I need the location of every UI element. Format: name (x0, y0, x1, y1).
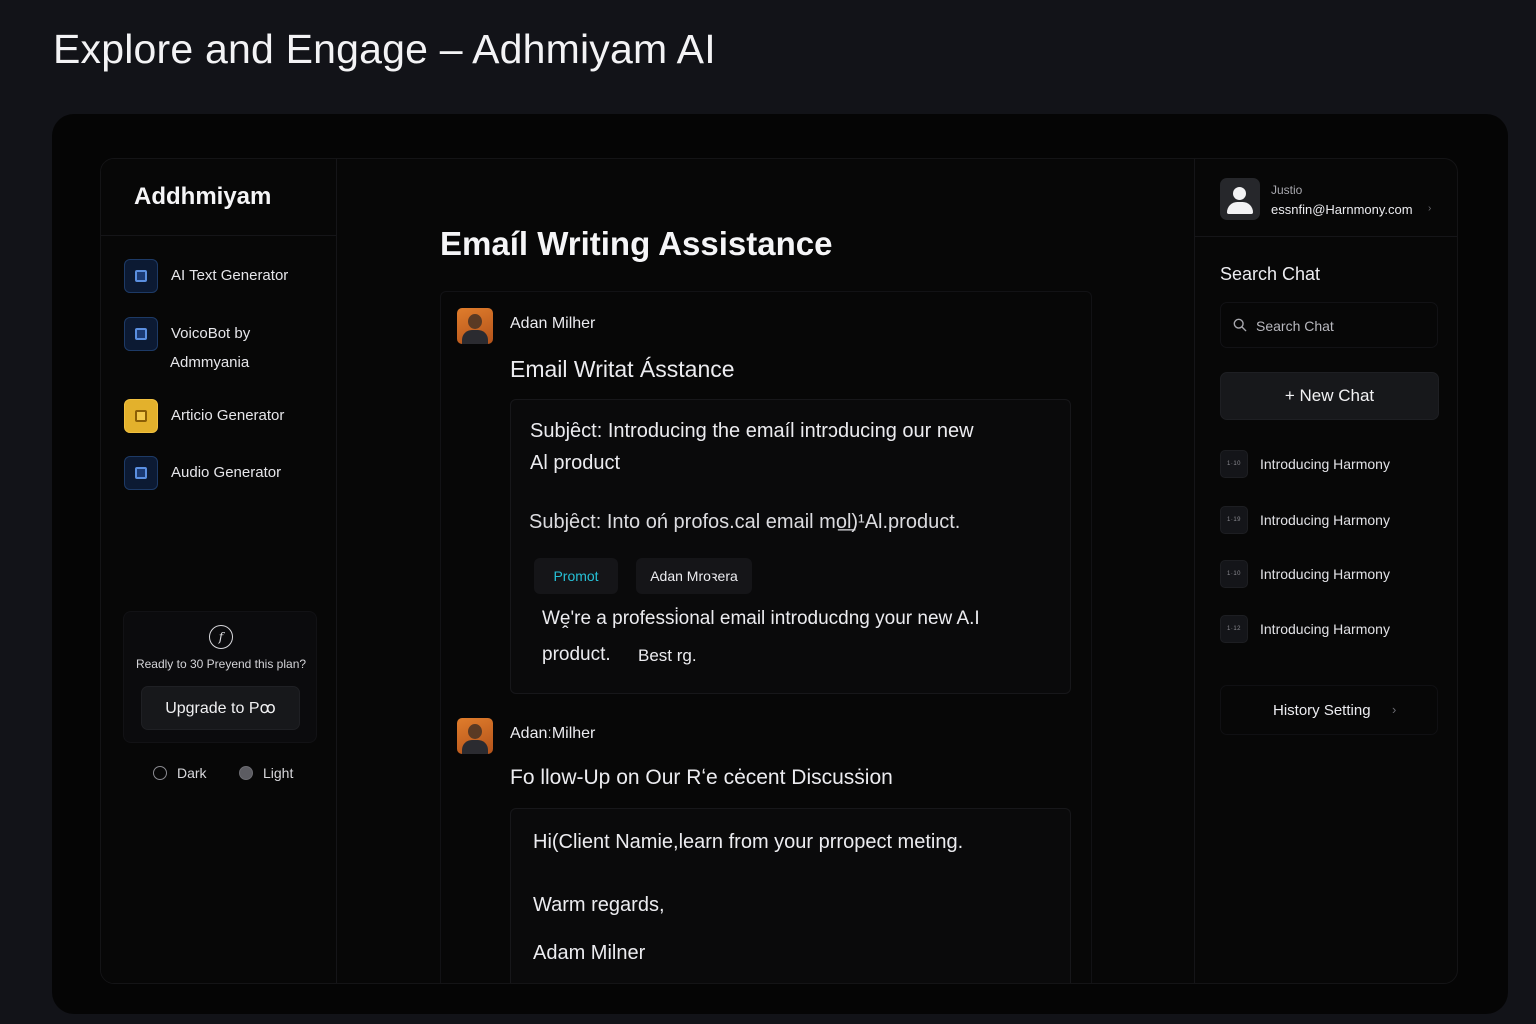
radio-light[interactable] (239, 766, 253, 780)
history-item[interactable]: 1·10 Introducing Harmony (1220, 560, 1440, 590)
theme-dark-option[interactable]: Dark (153, 765, 207, 781)
chat-history-icon: 1·10 (1220, 450, 1248, 478)
upgrade-button[interactable]: Upgrade to Pꝏ (141, 686, 300, 730)
history-item-label: Introducing Harmony (1260, 566, 1390, 582)
subject-line-alt: Subjȇct: Into oń profos.cal email mo͟l)¹… (529, 511, 961, 533)
search-box[interactable] (1220, 302, 1438, 348)
user-name: Justio (1271, 183, 1303, 197)
message-card: Subjȇct: Introducing the emaíl intrᴐduci… (510, 399, 1071, 694)
search-icon (1233, 318, 1247, 332)
history-setting-button[interactable]: History Setting › (1220, 685, 1438, 735)
history-item[interactable]: 1·10 Introducing Harmony (1220, 450, 1440, 480)
page-title: Emaíl Writing Assistance (440, 225, 833, 262)
chevron-right-icon: › (1392, 702, 1397, 717)
page-heading: Explore and Engage – Adhmiyam AI (53, 26, 716, 72)
sidebar-item-label: VoicoBot by (171, 325, 251, 342)
sidebar-item-label: Articio Generator (171, 407, 285, 424)
history-item[interactable]: 1·12 Introducing Harmony (1220, 615, 1440, 645)
article-icon (124, 399, 158, 433)
author-chip[interactable]: Adan Mroꝛera (636, 558, 752, 594)
message-signature: Adam Milner (533, 942, 646, 964)
prompt-chip[interactable]: Promot (534, 558, 618, 594)
theme-dark-label: Dark (177, 765, 207, 781)
history-item-label: Introducing Harmony (1260, 621, 1390, 637)
chat-thread: Adan Milher Email Writat Ásstance Subjȇc… (440, 291, 1092, 983)
sidebar-divider (101, 235, 337, 236)
info-icon: f (209, 625, 233, 649)
upgrade-prompt: Readly to 30 Preyend this plan? (135, 657, 307, 671)
message-heading: Fo llow-Up on Our Rʻe cėcent Discusṡion (510, 766, 893, 789)
search-title: Search Chat (1220, 264, 1321, 284)
right-divider (1195, 236, 1457, 237)
sidebar-item-articio-generator[interactable]: Articio Generator (124, 399, 324, 433)
message-heading: Email Writat Ásstance (510, 356, 735, 382)
avatar (457, 308, 493, 344)
history-item[interactable]: 1·19 Introducing Harmony (1220, 506, 1440, 536)
left-sidebar: Addhmiyam AI Text Generator VoicoBot by … (101, 159, 337, 983)
subject-line: Subjȇct: Introducing the emaíl intrᴐduci… (530, 420, 974, 442)
history-setting-label: History Setting (1273, 702, 1371, 719)
search-input[interactable] (1256, 315, 1426, 337)
message-card: Hi(Client Namie,learn from your prropect… (510, 808, 1071, 983)
user-avatar[interactable] (1220, 178, 1260, 220)
sidebar-item-label: Audio Generator (171, 464, 282, 481)
message-author: AdanːMilher (510, 725, 596, 742)
sidebar-item-label: AI Text Generator (171, 267, 289, 284)
message-signoff: Best rg. (638, 646, 697, 665)
avatar (457, 718, 493, 754)
right-panel: Justio essnfin@Harnmony.com › Search Cha… (1194, 159, 1457, 983)
chat-message: Adan Milher Email Writat Ásstance Subjȇc… (457, 308, 1077, 698)
chat-history-icon: 1·10 (1220, 560, 1248, 588)
chat-history-icon: 1·12 (1220, 615, 1248, 643)
theme-light-option[interactable]: Light (239, 765, 293, 781)
new-chat-button[interactable]: + New Chat (1220, 372, 1439, 420)
upgrade-card: f Readly to 30 Preyend this plan? Upgrad… (123, 611, 317, 743)
audio-icon (124, 456, 158, 490)
message-body: Wḙ're a professi̇onal email introducdng … (542, 608, 980, 629)
radio-dark[interactable] (153, 766, 167, 780)
sidebar-item-audio-generator[interactable]: Audio Generator (124, 456, 324, 490)
user-email[interactable]: essnfin@Harnmony.com (1271, 202, 1413, 217)
message-body-line2: product. (542, 644, 611, 665)
chevron-right-icon[interactable]: › (1428, 203, 1431, 214)
sidebar-item-voicobot[interactable]: VoicoBot by Admmyania (124, 317, 324, 381)
theme-light-label: Light (263, 765, 294, 781)
sidebar-item-ai-text-generator[interactable]: AI Text Generator (124, 259, 324, 293)
doc-icon (124, 259, 158, 293)
app-frame: Addhmiyam AI Text Generator VoicoBot by … (52, 114, 1508, 1014)
history-item-label: Introducing Harmony (1260, 512, 1390, 528)
brand-logo[interactable]: Addhmiyam (134, 183, 271, 211)
sidebar-item-label-line2: Admmyania (170, 354, 250, 371)
chat-history-icon: 1·19 (1220, 506, 1248, 534)
subject-line-2: Al product (530, 452, 621, 474)
voice-icon (124, 317, 158, 351)
message-author: Adan Milher (510, 315, 596, 332)
history-item-label: Introducing Harmony (1260, 456, 1390, 472)
chat-message: AdanːMilher Fo llow-Up on Our Rʻe cėcent… (457, 718, 1077, 983)
message-body: Hi(Client Namie,learn from your prropect… (533, 831, 964, 853)
message-closing: Warm regards, (533, 894, 665, 916)
app-window: Addhmiyam AI Text Generator VoicoBot by … (100, 158, 1458, 984)
